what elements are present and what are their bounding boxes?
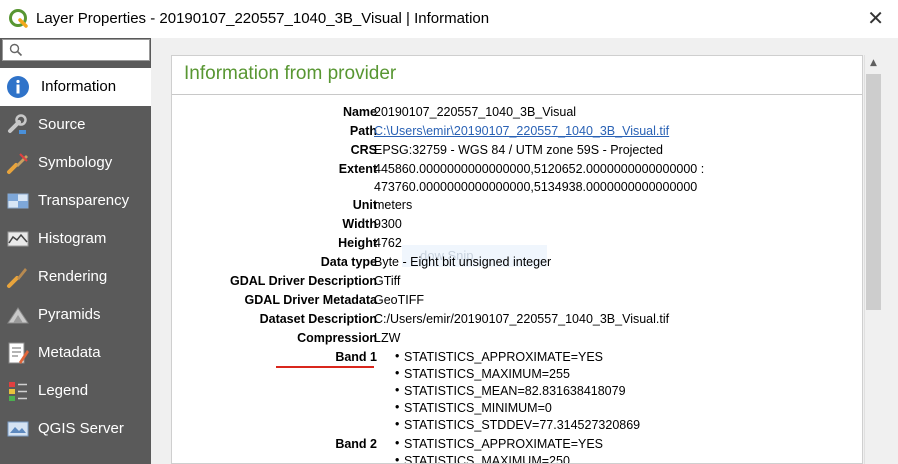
dataset-description-value: C:/Users/emir/20190107_220557_1040_3B_Vi… bbox=[374, 312, 670, 326]
sidebar-item-label: Pyramids bbox=[38, 306, 101, 323]
sidebar-item-label: Information bbox=[41, 78, 117, 95]
compression-highlight-underline bbox=[276, 366, 374, 368]
search-icon bbox=[9, 43, 23, 57]
sidebar-item-label: Rendering bbox=[38, 268, 108, 285]
height-label: Height bbox=[338, 236, 377, 250]
band-2-label: Band 2 bbox=[335, 437, 377, 451]
sidebar-item-label: QGIS Server bbox=[38, 420, 124, 437]
data-type-label: Data type bbox=[320, 255, 377, 269]
band-2-stat: STATISTICS_MAXIMUM=250 bbox=[395, 453, 570, 463]
sidebar-item-metadata[interactable]: Metadata bbox=[0, 334, 151, 372]
pyramids-icon bbox=[7, 307, 29, 324]
sidebar-item-rendering[interactable]: Rendering bbox=[0, 258, 151, 296]
path-value: C:\Users\emir\20190107_220557_1040_3B_Vi… bbox=[374, 124, 669, 138]
width-label: Width bbox=[342, 217, 377, 231]
sidebar-item-transparency[interactable]: Transparency bbox=[0, 182, 151, 220]
scroll-up-arrow-icon[interactable]: ▲ bbox=[865, 55, 882, 72]
close-icon[interactable]: ✕ bbox=[867, 8, 884, 28]
band-1-stat: STATISTICS_MINIMUM=0 bbox=[395, 400, 552, 415]
compression-label: Compression bbox=[297, 331, 377, 345]
information-panel: Information from provider Name 20190107_… bbox=[171, 55, 863, 464]
metadata-icon bbox=[8, 342, 29, 364]
main-content: Information from provider Name 20190107_… bbox=[151, 38, 898, 464]
qgis-logo-icon bbox=[9, 9, 28, 28]
qgis-server-icon bbox=[7, 421, 29, 437]
width-value: 9300 bbox=[374, 217, 402, 231]
unit-value: meters bbox=[374, 198, 413, 212]
sidebar-item-label: Metadata bbox=[38, 344, 101, 361]
data-type-value: Byte - Eight bit unsigned integer bbox=[374, 255, 552, 269]
divider bbox=[172, 94, 862, 95]
extent-label: Extent bbox=[338, 162, 377, 176]
band-2-stat: STATISTICS_APPROXIMATE=YES bbox=[395, 436, 603, 451]
scroll-thumb[interactable] bbox=[866, 74, 881, 310]
source-wrench-icon bbox=[8, 114, 27, 134]
sidebar-item-source[interactable]: Source bbox=[0, 106, 151, 144]
band-1-label: Band 1 bbox=[335, 350, 377, 364]
compression-value: LZW bbox=[374, 331, 401, 345]
band-1-stat: STATISTICS_MAXIMUM=255 bbox=[395, 366, 570, 381]
histogram-icon bbox=[7, 231, 29, 247]
path-link[interactable]: C:\Users\emir\20190107_220557_1040_3B_Vi… bbox=[374, 124, 669, 138]
title-bar: Layer Properties - 20190107_220557_1040_… bbox=[0, 0, 898, 38]
gdal-driver-metadata-label: GDAL Driver Metadata bbox=[244, 293, 377, 307]
vertical-scrollbar[interactable]: ▲ bbox=[864, 55, 881, 464]
sidebar-item-label: Histogram bbox=[38, 230, 107, 247]
sidebar-item-label: Transparency bbox=[38, 192, 130, 209]
sidebar-item-label: Symbology bbox=[38, 154, 113, 171]
name-label: Name bbox=[342, 105, 377, 119]
sidebar-item-label: Source bbox=[38, 116, 86, 133]
name-value: 20190107_220557_1040_3B_Visual bbox=[374, 105, 577, 119]
sidebar-item-pyramids[interactable]: Pyramids bbox=[0, 296, 151, 334]
sidebar-nav: Information Source Symbology Transparenc… bbox=[0, 68, 151, 448]
gdal-driver-metadata-value: GeoTIFF bbox=[374, 293, 425, 307]
sidebar-item-legend[interactable]: Legend bbox=[0, 372, 151, 410]
band-1-stat: STATISTICS_MEAN=82.831638418079 bbox=[395, 383, 626, 398]
search-box[interactable] bbox=[2, 39, 150, 61]
band-1-stat: STATISTICS_STDDEV=77.314527320869 bbox=[395, 417, 640, 432]
sidebar-item-histogram[interactable]: Histogram bbox=[0, 220, 151, 258]
height-value: 4762 bbox=[374, 236, 402, 250]
sidebar-item-information[interactable]: Information bbox=[0, 68, 151, 106]
gdal-driver-description-value: GTiff bbox=[374, 274, 401, 288]
legend-icon bbox=[9, 382, 27, 401]
sidebar-item-symbology[interactable]: Symbology bbox=[0, 144, 151, 182]
window-title: Layer Properties - 20190107_220557_1040_… bbox=[36, 10, 490, 27]
extent-value-line2: 473760.0000000000000000,5134938.00000000… bbox=[374, 180, 698, 194]
information-icon bbox=[7, 76, 29, 98]
band-1-stat: STATISTICS_APPROXIMATE=YES bbox=[395, 349, 603, 364]
gdal-driver-description-label: GDAL Driver Description bbox=[229, 274, 377, 288]
rendering-brush-icon bbox=[7, 268, 27, 288]
panel-header: Information from provider bbox=[184, 63, 397, 84]
symbology-brush-icon bbox=[7, 153, 28, 174]
sidebar-item-label: Legend bbox=[38, 382, 89, 399]
sidebar: Information Source Symbology Transparenc… bbox=[0, 38, 151, 464]
crs-value: EPSG:32759 - WGS 84 / UTM zone 59S - Pro… bbox=[374, 143, 664, 157]
search-input[interactable] bbox=[25, 42, 143, 58]
sidebar-item-qgis-server[interactable]: QGIS Server bbox=[0, 410, 151, 448]
path-label: Path bbox=[349, 124, 377, 138]
transparency-icon bbox=[7, 193, 29, 209]
dataset-description-label: Dataset Description bbox=[259, 312, 377, 326]
extent-value-line1: 445860.0000000000000000,5120652.00000000… bbox=[374, 162, 705, 176]
